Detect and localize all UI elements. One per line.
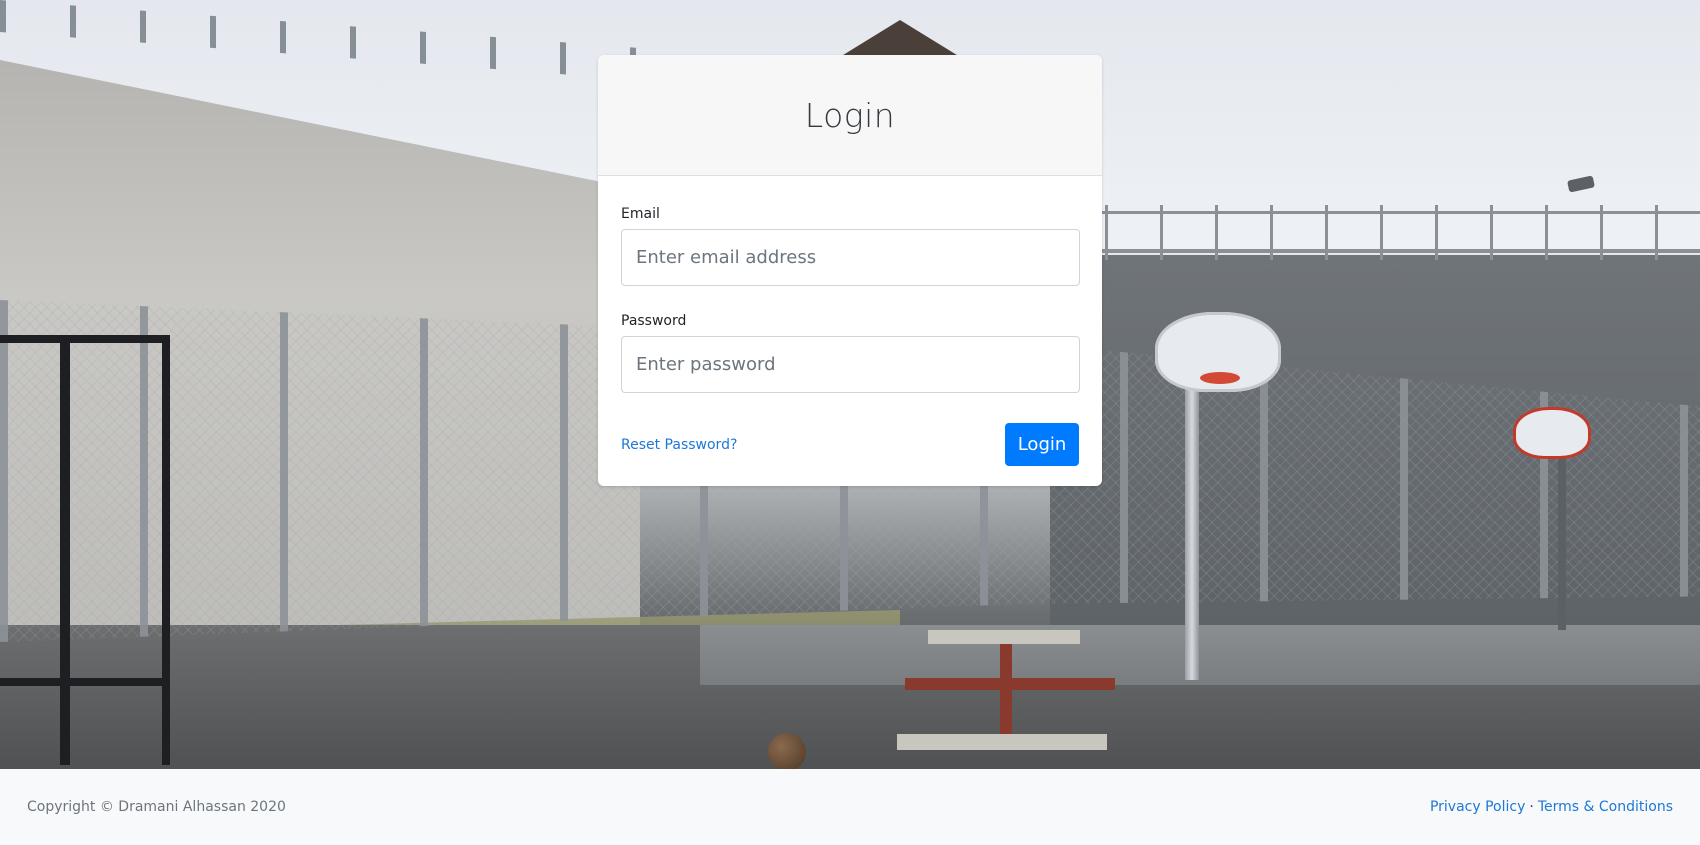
password-label: Password bbox=[621, 313, 687, 329]
password-group: Password bbox=[621, 313, 1080, 393]
login-card-header: Login bbox=[598, 55, 1102, 176]
footer-separator: · bbox=[1529, 799, 1534, 815]
email-field[interactable] bbox=[621, 229, 1080, 286]
picnic-table-base bbox=[897, 734, 1107, 750]
basketball-backboard-far bbox=[1513, 407, 1591, 459]
terms-conditions-link[interactable]: Terms & Conditions bbox=[1538, 799, 1673, 815]
login-actions: Reset Password? Login bbox=[621, 423, 1079, 466]
picnic-table-seat bbox=[905, 678, 1115, 690]
picnic-table-top bbox=[928, 630, 1080, 644]
privacy-policy-link[interactable]: Privacy Policy bbox=[1430, 799, 1525, 815]
page-footer: Copyright © Dramani Alhassan 2020 Privac… bbox=[0, 769, 1700, 845]
reset-password-link[interactable]: Reset Password? bbox=[621, 437, 737, 453]
basketball bbox=[768, 733, 806, 769]
password-field[interactable] bbox=[621, 336, 1080, 393]
basketball-pole-near bbox=[1185, 350, 1199, 680]
soccer-goal-post bbox=[60, 335, 70, 765]
login-button[interactable]: Login bbox=[1005, 423, 1079, 466]
footer-links: Privacy Policy · Terms & Conditions bbox=[1430, 799, 1673, 815]
copyright-text: Copyright © Dramani Alhassan 2020 bbox=[27, 799, 286, 815]
basketball-rim-near bbox=[1200, 372, 1240, 384]
login-page: Login Email Password Reset Password? Log… bbox=[0, 0, 1700, 845]
basketball-court bbox=[700, 625, 1700, 685]
email-label: Email bbox=[621, 206, 660, 222]
soccer-goal-bar bbox=[0, 678, 170, 686]
email-group: Email bbox=[621, 206, 1080, 286]
login-card-body: Email Password Reset Password? Login bbox=[598, 176, 1102, 466]
soccer-goal-frame bbox=[0, 335, 170, 765]
login-title: Login bbox=[804, 95, 896, 135]
basketball-pole-far bbox=[1558, 450, 1566, 630]
login-card: Login Email Password Reset Password? Log… bbox=[598, 55, 1102, 486]
wall-railing-right bbox=[1050, 205, 1700, 260]
